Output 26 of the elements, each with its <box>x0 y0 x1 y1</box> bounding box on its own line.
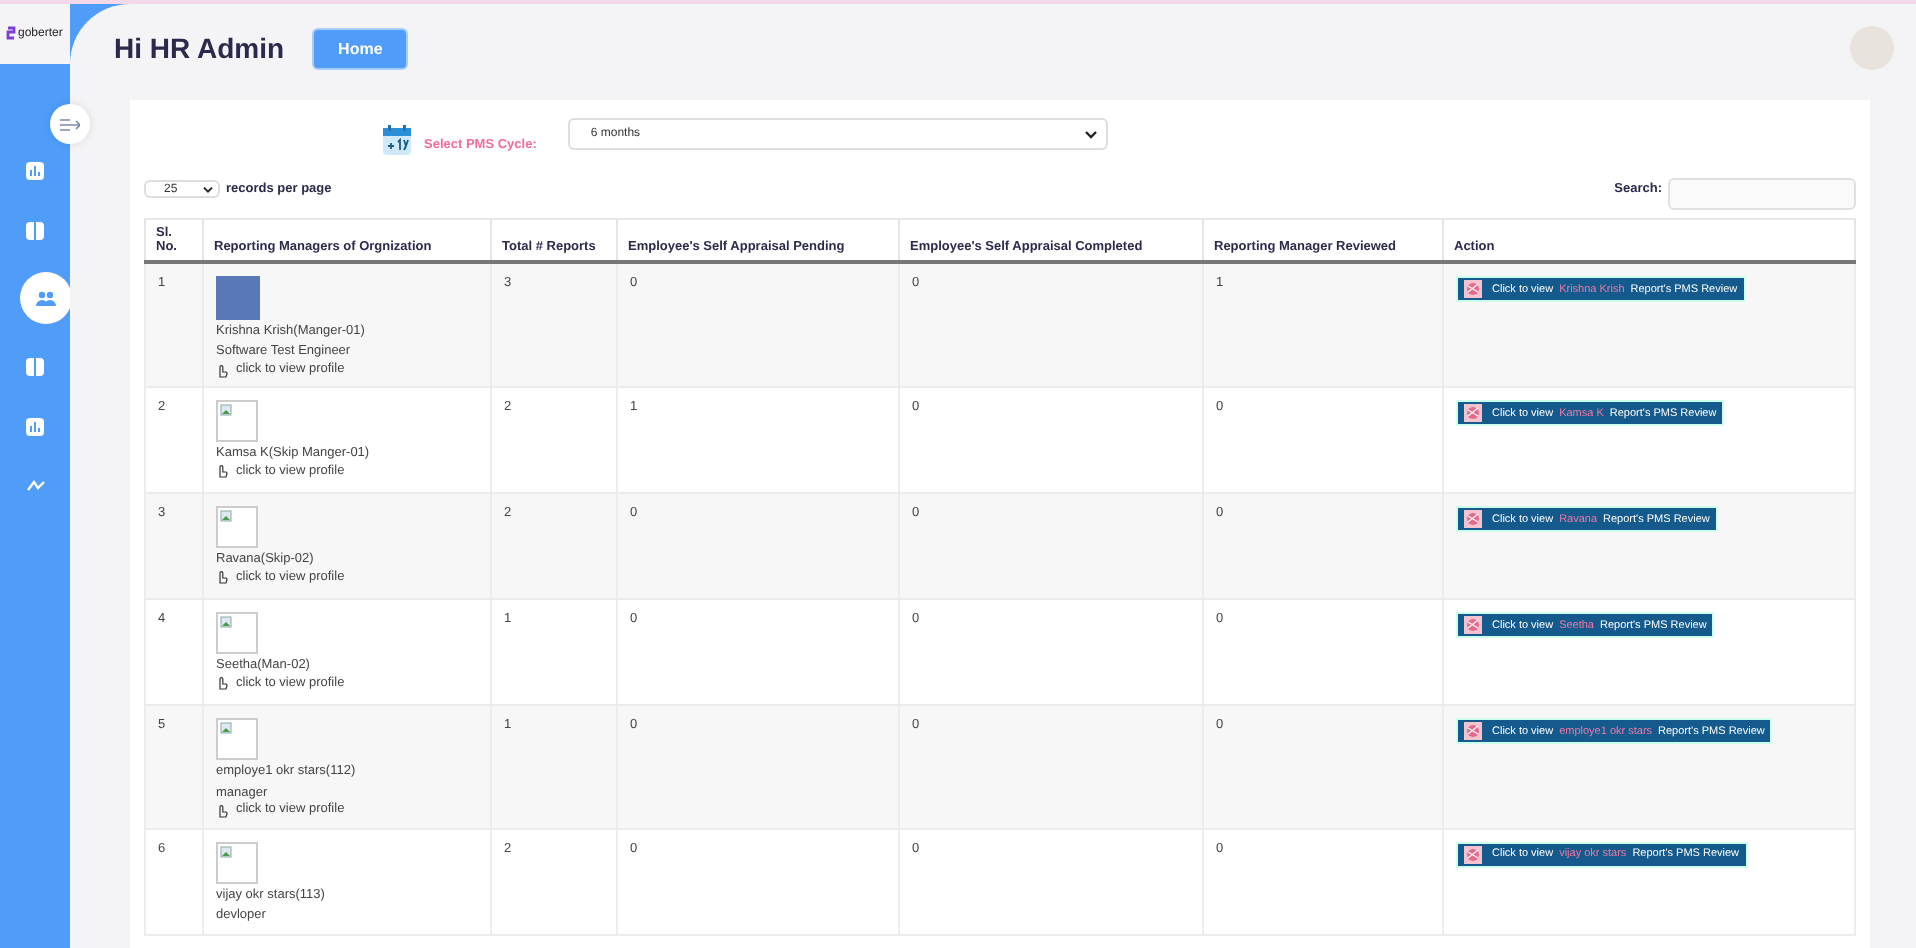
search-field[interactable] <box>1668 178 1856 210</box>
review-icon <box>1464 722 1482 741</box>
calendar-icon <box>382 124 412 156</box>
people-icon <box>35 290 55 306</box>
trend-icon <box>25 480 45 492</box>
review-icon <box>1464 616 1482 635</box>
chevron-down-icon <box>202 185 214 193</box>
hand-pointer-icon <box>216 570 228 585</box>
review-icon <box>1464 280 1482 298</box>
chart-icon <box>26 161 44 179</box>
review-icon <box>1464 845 1482 864</box>
logo-icon <box>6 26 16 40</box>
hand-pointer-icon <box>216 803 228 818</box>
sidebar-item[interactable] <box>19 272 71 324</box>
menu-collapse-icon <box>60 117 80 131</box>
review-icon <box>1464 510 1482 529</box>
book-icon <box>26 357 44 375</box>
hand-pointer-icon <box>216 464 228 479</box>
book-icon <box>26 221 44 239</box>
hand-pointer-icon <box>216 363 228 378</box>
hand-pointer-icon <box>216 676 228 691</box>
chart-icon <box>26 417 44 435</box>
review-icon <box>1464 404 1482 423</box>
collapse-menu-button[interactable] <box>50 104 90 144</box>
greeting-title: Hi HR Admin <box>114 32 285 64</box>
chevron-down-icon <box>1084 129 1099 139</box>
